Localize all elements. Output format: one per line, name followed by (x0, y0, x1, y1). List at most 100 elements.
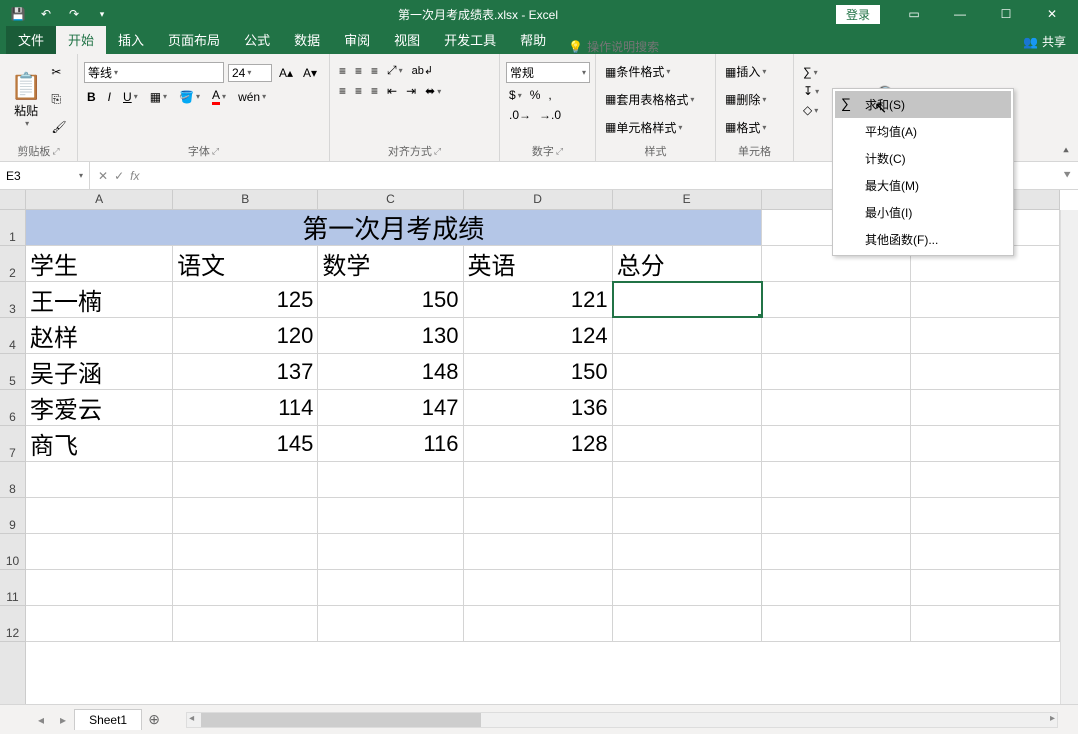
percent-icon[interactable]: % (527, 87, 544, 103)
save-icon[interactable]: 💾 (6, 2, 30, 26)
align-left-icon[interactable]: ≡ (336, 83, 349, 99)
borders-icon[interactable]: ▦▾ (147, 89, 170, 105)
cell[interactable] (911, 534, 1060, 569)
close-icon[interactable]: ✕ (1030, 0, 1074, 28)
cell[interactable]: 124 (464, 318, 613, 353)
cell[interactable] (613, 534, 762, 569)
cell[interactable] (318, 570, 463, 605)
cell[interactable] (318, 498, 463, 533)
login-button[interactable]: 登录 (836, 5, 880, 24)
menu-count[interactable]: 计数(C) (835, 145, 1011, 172)
select-all-corner[interactable] (0, 190, 26, 210)
conditional-format-button[interactable]: ▦ 条件格式▾ (602, 62, 709, 81)
cell[interactable] (613, 570, 762, 605)
cell[interactable] (173, 606, 318, 641)
indent-icon[interactable]: ⇥ (403, 83, 419, 99)
cell[interactable] (318, 534, 463, 569)
cell[interactable] (318, 606, 463, 641)
align-mid-icon[interactable]: ≡ (352, 62, 365, 79)
cell[interactable] (173, 462, 318, 497)
title-cell[interactable]: 第一次月考成绩 (26, 210, 762, 245)
cell[interactable] (911, 426, 1060, 461)
cell[interactable] (911, 462, 1060, 497)
cell[interactable] (26, 462, 173, 497)
cell[interactable] (613, 390, 762, 425)
cell[interactable]: 116 (318, 426, 463, 461)
cell[interactable] (464, 606, 613, 641)
cell[interactable]: 李爱云 (26, 390, 173, 425)
row-header-8[interactable]: 8 (0, 462, 25, 498)
align-bot-icon[interactable]: ≡ (368, 62, 381, 79)
scroll-left-icon[interactable]: ◂ (189, 713, 194, 724)
cell[interactable] (26, 534, 173, 569)
row-header-11[interactable]: 11 (0, 570, 25, 606)
italic-button[interactable]: I (105, 89, 114, 105)
tab-data[interactable]: 数据 (282, 26, 332, 54)
cell[interactable]: 王一楠 (26, 282, 173, 317)
tab-file[interactable]: 文件 (6, 26, 56, 54)
row-header-2[interactable]: 2 (0, 246, 25, 282)
tab-home[interactable]: 开始 (56, 26, 106, 54)
cell[interactable] (613, 606, 762, 641)
number-format-combo[interactable]: 常规▾ (506, 62, 590, 83)
tell-me-input[interactable] (587, 40, 687, 54)
cell[interactable] (911, 390, 1060, 425)
wrap-text-icon[interactable]: ab↲ (409, 62, 436, 79)
cut-icon[interactable]: ✂ (48, 64, 69, 80)
cell[interactable] (613, 318, 762, 353)
cell[interactable]: 130 (318, 318, 463, 353)
cell[interactable] (613, 498, 762, 533)
cell[interactable]: 英语 (464, 246, 613, 281)
cancel-icon[interactable]: ✕ (98, 169, 108, 183)
cells-area[interactable]: 第一次月考成绩学生语文数学英语总分王一楠125150121赵样120130124… (26, 210, 1060, 704)
shrink-font-icon[interactable]: A▾ (300, 65, 320, 81)
cell[interactable] (762, 318, 911, 353)
menu-max[interactable]: 最大值(M) (835, 172, 1011, 199)
tab-layout[interactable]: 页面布局 (156, 26, 232, 54)
copy-icon[interactable]: ⎘ (48, 91, 69, 108)
font-name-combo[interactable]: 等线▾ (84, 62, 224, 83)
font-size-combo[interactable]: 24▾ (228, 64, 272, 82)
tab-review[interactable]: 审阅 (332, 26, 382, 54)
cell[interactable] (26, 570, 173, 605)
row-header-7[interactable]: 7 (0, 426, 25, 462)
horizontal-scrollbar[interactable]: ◂ ▸ (186, 712, 1058, 728)
dialog-launcher-icon[interactable]: ⤢ (52, 146, 59, 157)
col-header-E[interactable]: E (613, 190, 762, 209)
cell[interactable] (762, 498, 911, 533)
merge-icon[interactable]: ⬌▾ (422, 83, 444, 99)
clear-button[interactable]: ◇▾ (800, 102, 822, 118)
tab-view[interactable]: 视图 (382, 26, 432, 54)
cell[interactable]: 吴子涵 (26, 354, 173, 389)
cell-style-button[interactable]: ▦ 单元格样式▾ (602, 118, 709, 137)
align-right-icon[interactable]: ≡ (368, 83, 381, 99)
cell[interactable] (762, 390, 911, 425)
format-painter-icon[interactable]: 🖌 (48, 119, 69, 135)
scroll-right-icon[interactable]: ▸ (1050, 713, 1055, 724)
redo-icon[interactable]: ↷ (62, 2, 86, 26)
tab-help[interactable]: 帮助 (508, 26, 558, 54)
row-header-10[interactable]: 10 (0, 534, 25, 570)
dialog-launcher-icon[interactable]: ⤢ (212, 146, 219, 157)
autosum-button[interactable]: ∑▾ (800, 64, 822, 80)
col-header-D[interactable]: D (464, 190, 613, 209)
minimize-icon[interactable]: — (938, 0, 982, 28)
insert-cells-button[interactable]: ▦ 插入▾ (722, 62, 787, 81)
fill-color-icon[interactable]: 🪣▾ (176, 89, 203, 105)
cell[interactable]: 145 (173, 426, 318, 461)
cell[interactable] (464, 498, 613, 533)
fill-button[interactable]: ↧▾ (800, 83, 822, 99)
cell[interactable] (318, 462, 463, 497)
cell[interactable]: 121 (464, 282, 613, 317)
cell[interactable] (911, 606, 1060, 641)
chevron-down-icon[interactable]: ▾ (79, 171, 83, 180)
cell[interactable]: 学生 (26, 246, 173, 281)
format-cells-button[interactable]: ▦ 格式▾ (722, 118, 787, 137)
cell[interactable]: 114 (173, 390, 318, 425)
cell[interactable]: 语文 (173, 246, 318, 281)
cell[interactable]: 120 (173, 318, 318, 353)
tell-me[interactable]: 💡 (568, 40, 687, 54)
cell[interactable] (762, 534, 911, 569)
cell[interactable] (911, 282, 1060, 317)
col-header-B[interactable]: B (173, 190, 318, 209)
